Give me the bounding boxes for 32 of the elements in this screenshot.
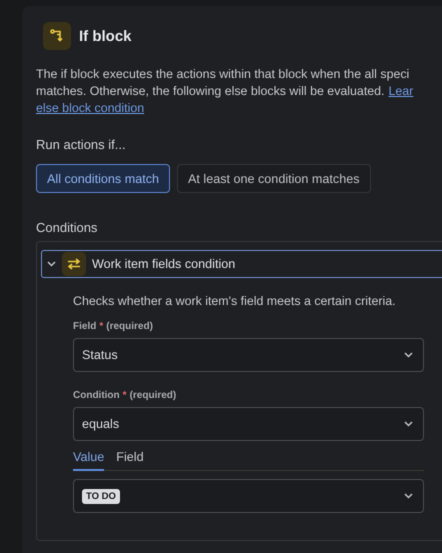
- select-field[interactable]: equals: [73, 407, 424, 441]
- required-note: (required): [106, 321, 153, 332]
- required-mark: *: [99, 321, 104, 332]
- chevron-down-icon: [404, 493, 413, 499]
- status-badge: TO DO: [82, 488, 120, 504]
- value-tab[interactable]: Value: [73, 450, 104, 471]
- match-option-button[interactable]: At least one condition matches: [177, 164, 371, 193]
- required-mark: *: [122, 390, 127, 401]
- branch-icon: [43, 22, 71, 50]
- match-option-button[interactable]: All conditions match: [36, 164, 170, 193]
- select-value: equals: [82, 417, 120, 431]
- value-tab[interactable]: Field: [116, 450, 144, 471]
- field-label: Field: [73, 321, 96, 332]
- learn-link[interactable]: Lear: [388, 83, 414, 100]
- condition-header[interactable]: Work item fields condition: [41, 250, 442, 278]
- learn-link[interactable]: else block condition: [36, 100, 144, 117]
- swap-arrows-icon: [62, 252, 86, 276]
- description-text: matches. Otherwise, the following else blocks will be evaluated.: [36, 83, 384, 100]
- condition-title: Work item fields condition: [92, 257, 236, 271]
- chevron-down-icon: [404, 352, 413, 358]
- chevron-down-icon: [404, 421, 413, 427]
- select-field[interactable]: TO DO: [73, 479, 424, 513]
- run-actions-label: Run actions if...: [36, 137, 127, 152]
- block-title: If block: [79, 28, 132, 44]
- field-label: Condition: [73, 390, 120, 401]
- chevron-down-icon: [47, 261, 56, 267]
- description-text: The if block executes the actions within that block when the all speci: [36, 66, 410, 83]
- required-note: (required): [130, 390, 176, 401]
- select-field[interactable]: Status: [73, 338, 424, 372]
- condition-description: Checks whether a work item's field meets a certain criteria.: [73, 294, 397, 308]
- select-value: Status: [82, 348, 118, 362]
- conditions-label: Conditions: [36, 220, 98, 235]
